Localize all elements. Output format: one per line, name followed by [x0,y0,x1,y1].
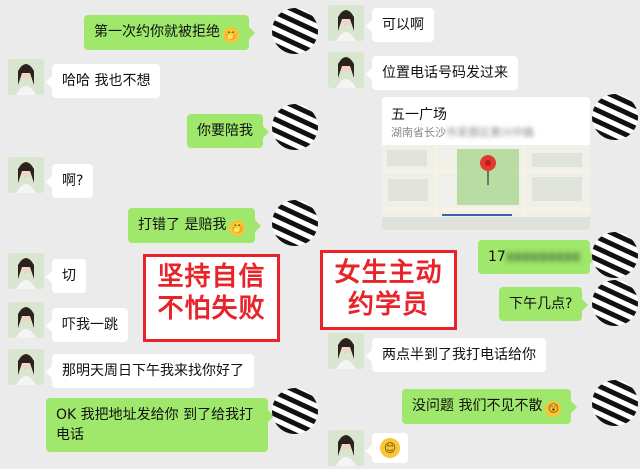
message-bubble[interactable]: 下午几点? [499,287,589,321]
message-bubble[interactable]: 你要陪我 [187,114,269,148]
avatar[interactable] [8,302,44,338]
slogan-overlay: 女生主动 约学员 [320,250,457,330]
message-bubble[interactable]: 位置电话号码发过来 [366,56,518,90]
right-chat-panel: 可以啊 位置电话号码发过来 17xxxxxxxxx 下午几点? 两点半到了我打电… [320,0,640,469]
location-address: 湖南省长沙市芙蓉区黄兴中路 [391,124,534,140]
avatar[interactable] [8,59,44,95]
avatar[interactable] [328,333,364,369]
location-title: 五一广场 [391,107,447,123]
avatar[interactable] [272,8,318,54]
avatar[interactable] [592,94,638,140]
avatar[interactable] [592,232,638,278]
message-bubble[interactable]: 可以啊 [366,8,434,42]
message-bubble[interactable]: 第一次约你就被拒绝 🤭 [84,15,255,50]
map-preview [382,145,590,230]
avatar[interactable] [272,388,318,434]
avatar[interactable] [8,157,44,193]
blurred-phone-number: xxxxxxxxx [505,249,581,265]
avatar[interactable] [592,280,638,326]
mouth-hand-emoji-icon: 🤭 [229,220,246,236]
message-bubble[interactable]: 17xxxxxxxxx [478,240,597,274]
left-chat-panel: 第一次约你就被拒绝 🤭 哈哈 我也不想 你要陪我 啊? 打错了 是赔我 🤭 切 吓我… [0,0,320,469]
message-bubble[interactable]: 啊? [45,164,94,198]
message-bubble[interactable]: 打错了 是赔我 🤭 [128,208,262,243]
message-bubble[interactable]: 吓我一跳 [46,308,128,342]
message-bubble[interactable]: 切 [46,259,86,293]
slogan-line: 女生主动 [334,258,443,288]
surprised-emoji-icon: 😲 [545,401,562,417]
avatar[interactable] [8,253,44,289]
avatar[interactable] [328,52,364,88]
smile-emoji-icon: 😊 [380,438,400,458]
message-bubble[interactable]: 没问题 我们不见不散 😲 [402,389,578,424]
location-address-blurred: 市芙蓉区黄兴中路 [446,126,534,139]
location-message[interactable]: 五一广场 湖南省长沙市芙蓉区黄兴中路 [382,97,590,230]
avatar[interactable] [328,430,364,466]
avatar[interactable] [328,5,364,41]
avatar[interactable] [592,380,638,426]
avatar[interactable] [272,200,318,246]
message-bubble[interactable]: 两点半到了我打电话给你 [366,338,546,372]
slogan-line: 不怕失败 [157,294,266,324]
slogan-line: 约学员 [347,290,429,320]
message-bubble[interactable]: 那明天周日下午我来找你好了 [46,354,254,388]
mouth-hand-emoji-icon: 🤭 [223,27,239,43]
location-address-visible: 湖南省长沙 [391,126,446,139]
message-bubble[interactable]: OK 我把地址发给你 到了给我打电话 [46,398,274,452]
avatar[interactable] [272,104,318,150]
slogan-line: 坚持自信 [157,262,266,292]
slogan-overlay: 坚持自信 不怕失败 [143,254,280,342]
avatar[interactable] [8,349,44,385]
message-bubble[interactable]: 哈哈 我也不想 [45,64,161,98]
message-bubble[interactable]: 😊 [366,433,408,463]
